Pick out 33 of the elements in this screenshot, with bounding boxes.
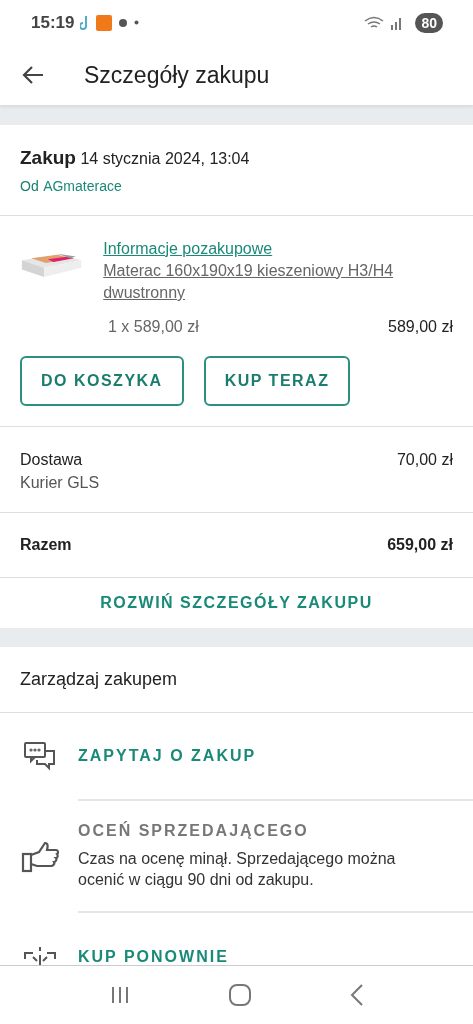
status-time: 15:19 <box>31 12 75 33</box>
item-total: 589,00 zł <box>388 318 453 336</box>
purchase-label: Zakup <box>20 147 76 168</box>
delivery-label: Dostawa <box>20 451 83 469</box>
home-icon[interactable] <box>228 984 251 1006</box>
battery-level: 80 <box>415 12 443 33</box>
action-link[interactable]: KUP PONOWNIE <box>78 948 473 965</box>
thumbs-up-icon <box>21 841 59 873</box>
page-title: Szczegóły zakupu <box>84 61 270 89</box>
shop-app-icon <box>96 14 113 31</box>
section-title: Zarządzaj zakupem <box>0 647 473 713</box>
back-arrow-icon[interactable] <box>22 65 44 85</box>
post-purchase-info-link[interactable]: Informacje pozakupowe <box>103 238 453 260</box>
chat-icon <box>23 741 57 773</box>
seller-link[interactable]: AGmaterace <box>43 178 122 194</box>
dot-icon <box>134 20 140 25</box>
delivery-price: 70,00 zł <box>396 451 453 469</box>
action-link[interactable]: ZAPYTAJ O ZAKUP <box>78 747 473 765</box>
expand-details-button[interactable]: ROZWIŃ SZCZEGÓŁY ZAKUPU <box>20 578 453 628</box>
recent-apps-icon[interactable] <box>109 986 130 1004</box>
product-name-link[interactable]: Materac 160x190x19 kieszeniowy H3/H4 dwustronny <box>103 260 453 304</box>
action-link: OCEŃ SPRZEDAJĄCEGO <box>78 822 310 840</box>
quantity-price: 1 x 589,00 zł <box>108 318 199 336</box>
back-icon[interactable] <box>349 984 364 1006</box>
app-icon <box>118 17 129 28</box>
action-button[interactable]: DO KOSZYKA <box>20 356 184 406</box>
seller-prefix: Od <box>20 178 39 194</box>
action-button[interactable]: KUP TERAZ <box>203 356 351 406</box>
total-price: 659,00 zł <box>387 536 453 554</box>
rating-note: Czas na ocenę minął. Sprzedającego można ocenić w ciągu 90 dni od zakupu. <box>78 849 397 890</box>
purchase-date: 14 stycznia 2024, 13:04 <box>80 150 250 167</box>
delivery-carrier: Kurier GLS <box>20 474 101 492</box>
total-label: Razem <box>20 536 72 554</box>
